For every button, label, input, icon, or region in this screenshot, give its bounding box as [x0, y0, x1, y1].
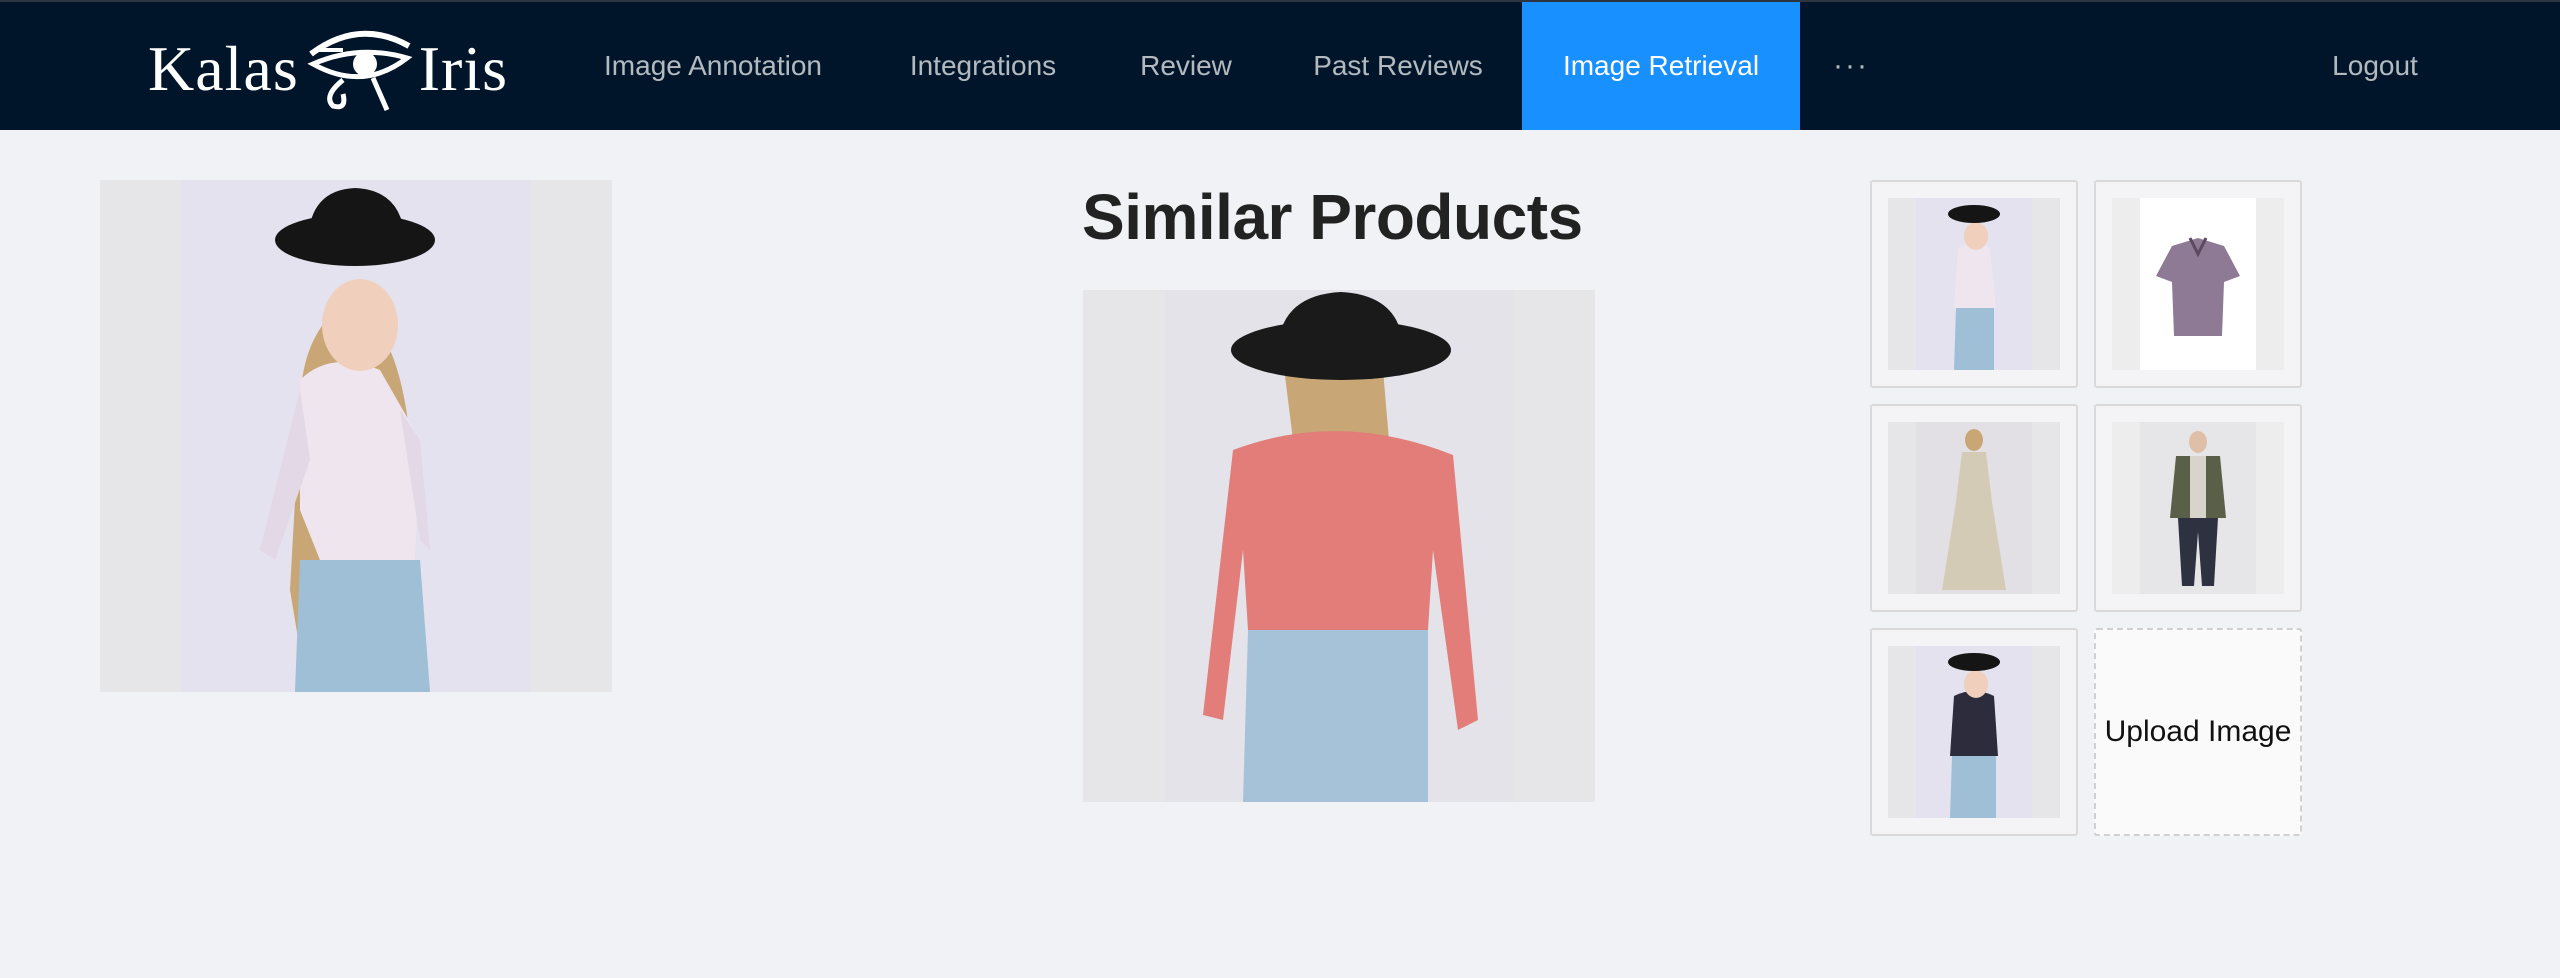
query-image: [100, 180, 612, 692]
page-title: Similar Products: [1082, 181, 1583, 253]
nav-image-retrieval[interactable]: Image Retrieval: [1522, 2, 1800, 130]
top-navbar: Kalas Iris Image Annotation Integrations…: [0, 0, 2560, 130]
similar-product-thumbnail[interactable]: [2094, 404, 2302, 612]
similar-product-thumbnail[interactable]: [2094, 180, 2302, 388]
nav-review[interactable]: Review: [1120, 2, 1252, 130]
woman-lace-top-photo-icon: [100, 180, 612, 692]
floral-shirt-icon: [2112, 198, 2284, 370]
similar-product-thumbnail[interactable]: [1870, 404, 2078, 612]
nav-integrations[interactable]: Integrations: [866, 2, 1100, 130]
nav-more-ellipsis-icon[interactable]: ···: [1818, 2, 1884, 130]
long-dress-icon: [1888, 422, 2060, 594]
top-result-image[interactable]: [1083, 290, 1595, 802]
kalas-iris-logo[interactable]: Kalas Iris: [148, 24, 508, 114]
woman-dark-lace-top-icon: [1888, 646, 2060, 818]
nav-past-reviews[interactable]: Past Reviews: [1272, 2, 1524, 130]
woman-lace-top-back-photo-icon: [1083, 290, 1595, 802]
upload-image-button[interactable]: Upload Image: [2094, 628, 2302, 836]
logo-text-left: Kalas: [148, 33, 299, 104]
woman-white-lace-top-icon: [1888, 198, 2060, 370]
man-varsity-jacket-icon: [2112, 422, 2284, 594]
similar-product-thumbnail[interactable]: [1870, 628, 2078, 836]
eye-of-horus-icon: [307, 30, 413, 112]
logout-link[interactable]: Logout: [2310, 2, 2440, 130]
logo-text-right: Iris: [418, 33, 509, 104]
nav-image-annotation[interactable]: Image Annotation: [580, 2, 846, 130]
similar-product-thumbnail[interactable]: [1870, 180, 2078, 388]
